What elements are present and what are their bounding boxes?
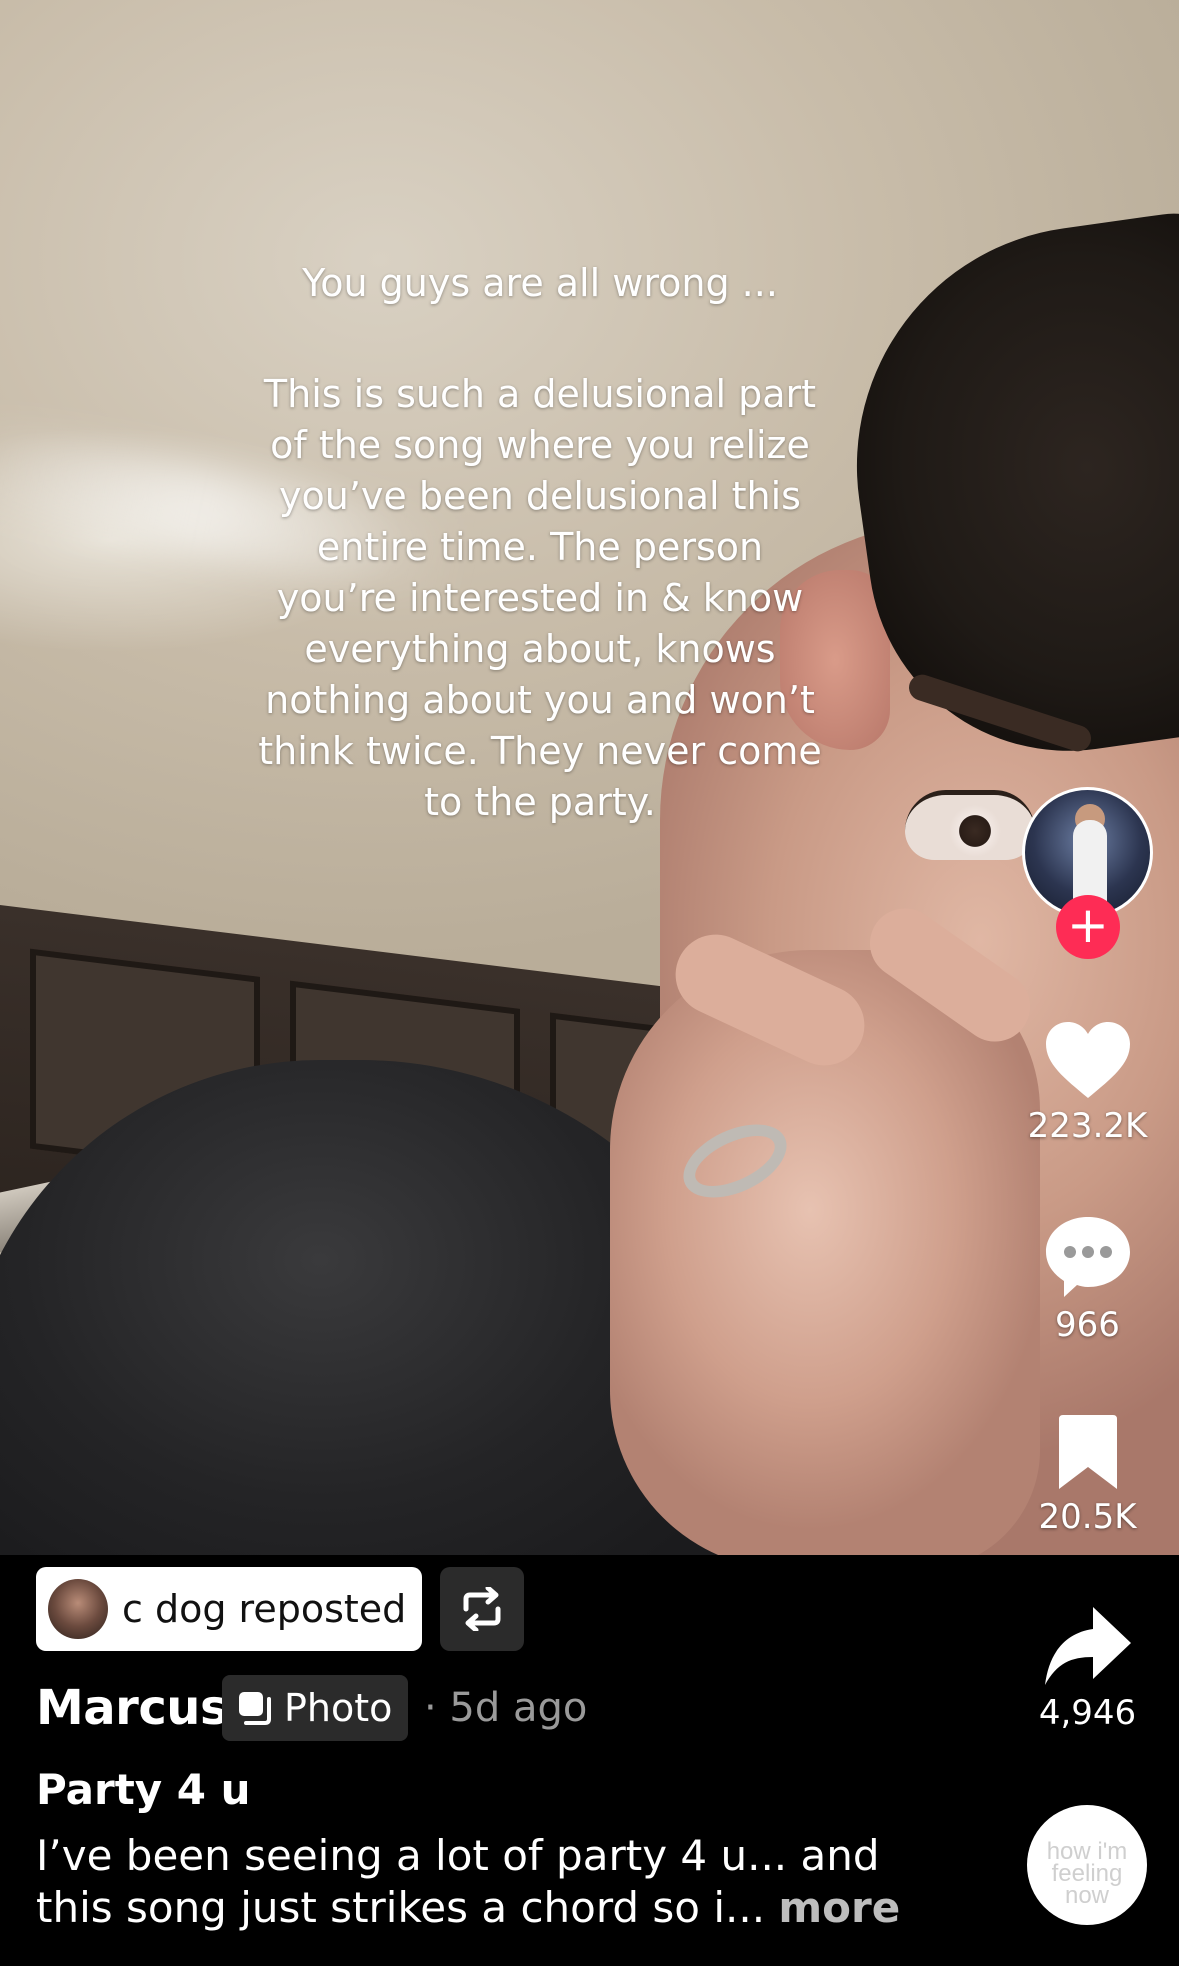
caption-line: This is such a delusional part [263,372,817,416]
plus-icon: + [1067,896,1109,954]
repost-icon [463,1587,501,1631]
photo-type-label: Photo [284,1686,393,1730]
sound-disc[interactable]: how i'm feeling now [1027,1805,1147,1925]
caption-line: entire time. The person [316,525,764,569]
overlay-caption: You guys are all wrong ... This is such … [240,258,840,828]
caption-line: nothing about you and won’t [265,678,815,722]
caption-line: of the song where you relize [270,423,810,467]
caption-line: everything about, knows [304,627,776,671]
post-time: · 5d ago [424,1685,588,1731]
caption-line: you’re interested in & know [276,576,804,620]
description-text: this song just strikes a chord so i... [36,1883,766,1932]
comment-count: 966 [1055,1305,1120,1345]
save-count: 20.5K [1038,1497,1137,1537]
caption-line: to the party. [424,780,656,824]
post-title: Party 4 u [36,1765,251,1814]
caption-headline: You guys are all wrong ... [302,261,778,305]
eye [905,790,1035,860]
heart-icon [1045,1022,1130,1098]
caption-line: you’ve been delusional this [279,474,801,518]
author-name[interactable]: Marcus [36,1680,229,1736]
sound-label: how i'm feeling now [1046,1838,1128,1909]
description-line-2: this song just strikes a chord so i... m… [36,1882,916,1934]
more-link[interactable]: more [778,1883,900,1932]
comment-bubble-icon [1045,1217,1130,1297]
share-arrow-icon [1044,1607,1131,1685]
caption-line: think twice. They never come [258,729,822,773]
reposted-label: c dog reposted [122,1587,407,1631]
like-count: 223.2K [1027,1106,1148,1146]
bookmark-icon [1058,1415,1117,1489]
photo-type-badge: Photo [222,1675,409,1741]
share-count: 4,946 [1038,1693,1137,1733]
description-line: I’ve been seeing a lot of party 4 u... a… [36,1831,880,1880]
post-photo[interactable]: You guys are all wrong ... This is such … [0,0,1179,1555]
like-button[interactable]: 223.2K [1010,1020,1165,1146]
save-button[interactable]: 20.5K [1010,1415,1165,1537]
reposted-by-chip[interactable]: c dog reposted [36,1567,422,1651]
follow-button[interactable]: + [1056,895,1120,959]
reposter-avatar [48,1579,108,1639]
share-button[interactable]: 4,946 [1010,1605,1165,1733]
repost-button[interactable] [440,1567,524,1651]
post-description[interactable]: I’ve been seeing a lot of party 4 u... a… [36,1830,916,1934]
photo-stack-icon [239,1692,271,1725]
comment-button[interactable]: 966 [1010,1215,1165,1345]
